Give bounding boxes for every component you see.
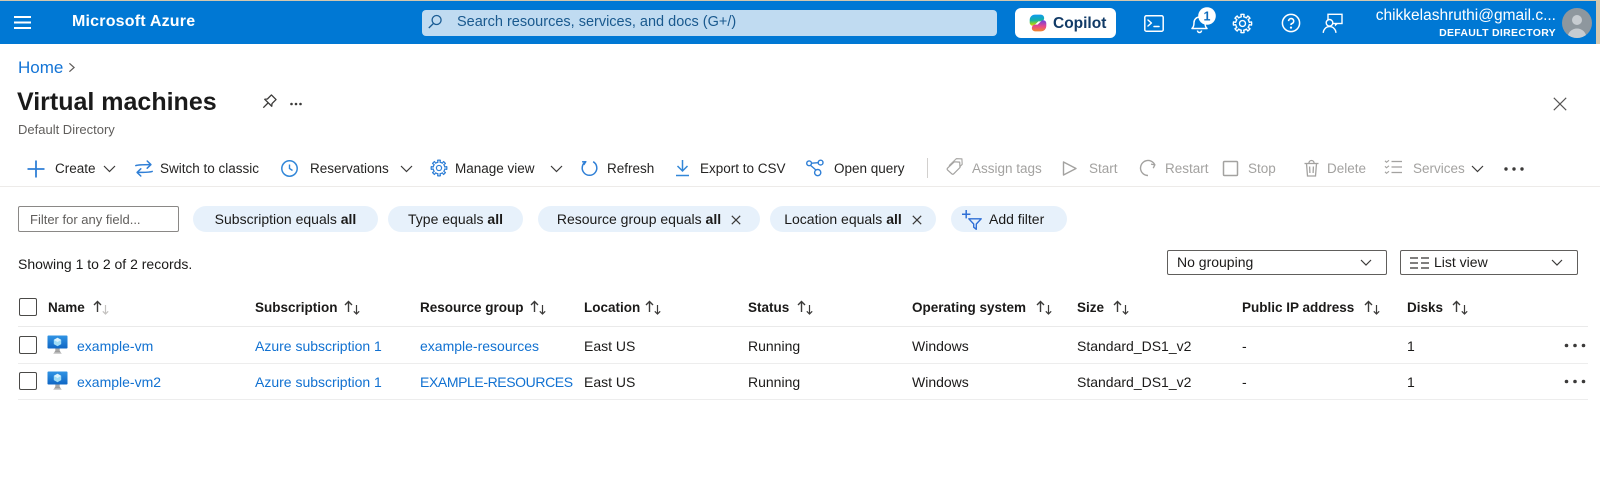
svg-text:1: 1: [1204, 9, 1211, 23]
